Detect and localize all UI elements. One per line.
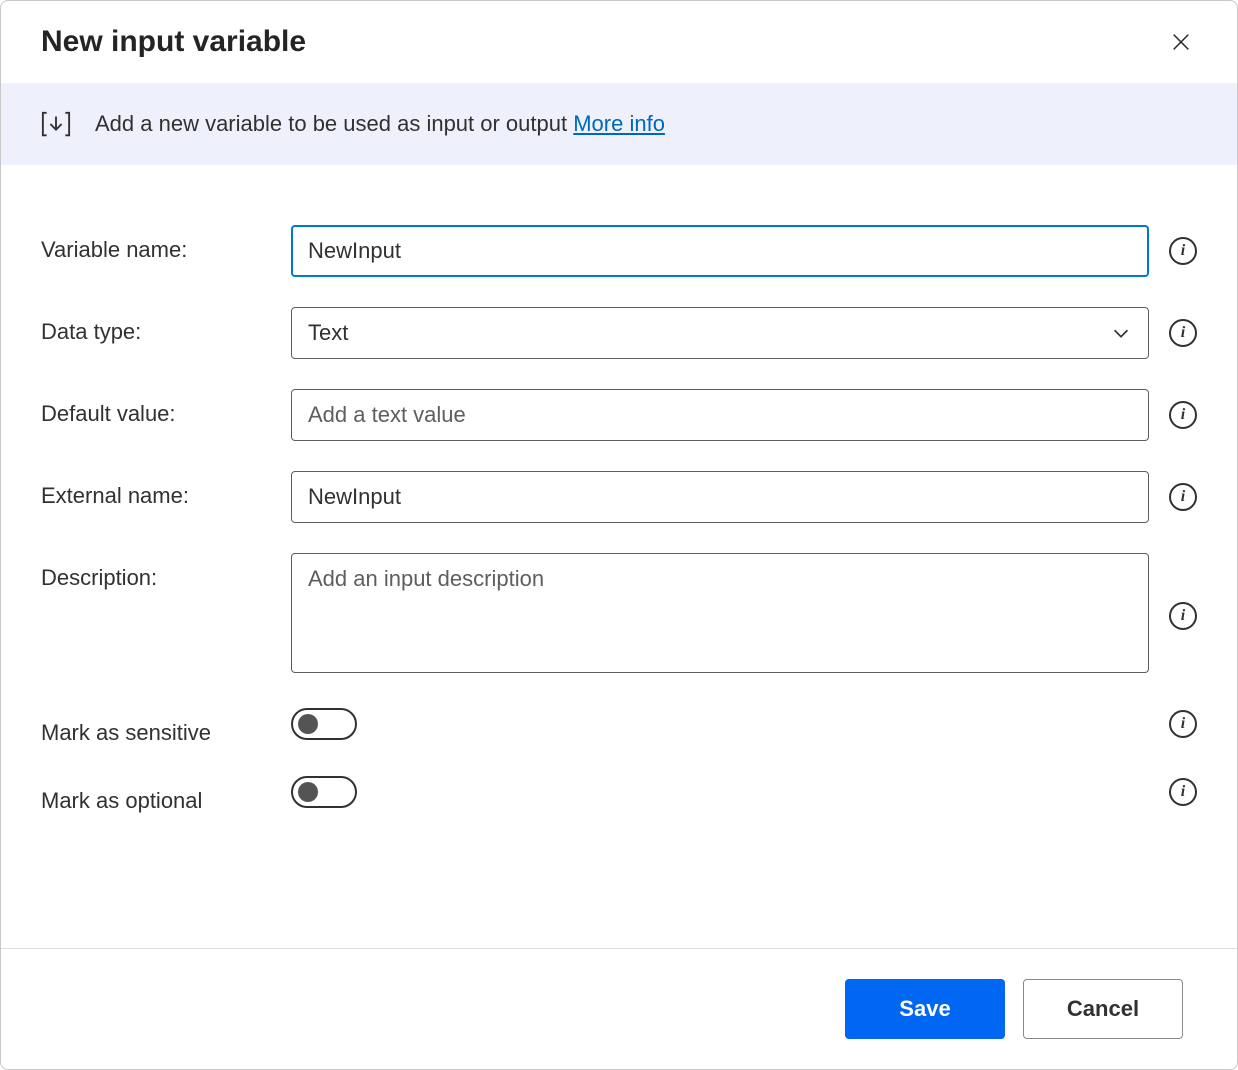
info-icon[interactable]: i — [1169, 602, 1197, 630]
close-icon — [1170, 31, 1192, 53]
mark-sensitive-label: Mark as sensitive — [41, 708, 271, 746]
toggle-knob — [298, 782, 318, 802]
info-icon[interactable]: i — [1169, 483, 1197, 511]
more-info-link[interactable]: More info — [573, 111, 665, 136]
description-label: Description: — [41, 553, 271, 591]
description-input[interactable] — [291, 553, 1149, 673]
form-area: Variable name: i Data type: Text i Defau… — [1, 165, 1237, 948]
info-banner-text: Add a new variable to be used as input o… — [95, 111, 665, 137]
save-button[interactable]: Save — [845, 979, 1005, 1039]
variable-name-input[interactable] — [291, 225, 1149, 277]
mark-optional-toggle[interactable] — [291, 776, 357, 808]
info-icon[interactable]: i — [1169, 778, 1197, 806]
info-banner: Add a new variable to be used as input o… — [1, 83, 1237, 165]
cancel-button[interactable]: Cancel — [1023, 979, 1183, 1039]
close-button[interactable] — [1165, 26, 1197, 58]
default-value-label: Default value: — [41, 389, 271, 427]
info-icon[interactable]: i — [1169, 710, 1197, 738]
chevron-down-icon — [1110, 322, 1132, 344]
dialog-header: New input variable — [1, 1, 1237, 83]
info-icon[interactable]: i — [1169, 319, 1197, 347]
data-type-value: Text — [308, 320, 348, 346]
data-type-label: Data type: — [41, 307, 271, 345]
default-value-input[interactable] — [291, 389, 1149, 441]
data-type-select[interactable]: Text — [291, 307, 1149, 359]
info-icon[interactable]: i — [1169, 237, 1197, 265]
external-name-label: External name: — [41, 471, 271, 509]
toggle-knob — [298, 714, 318, 734]
dialog-footer: Save Cancel — [1, 948, 1237, 1069]
external-name-input[interactable] — [291, 471, 1149, 523]
info-banner-text-content: Add a new variable to be used as input o… — [95, 111, 573, 136]
dialog-title: New input variable — [41, 25, 306, 59]
input-variable-icon — [41, 109, 71, 139]
info-icon[interactable]: i — [1169, 401, 1197, 429]
mark-sensitive-toggle[interactable] — [291, 708, 357, 740]
variable-name-label: Variable name: — [41, 225, 271, 263]
mark-optional-label: Mark as optional — [41, 776, 271, 814]
